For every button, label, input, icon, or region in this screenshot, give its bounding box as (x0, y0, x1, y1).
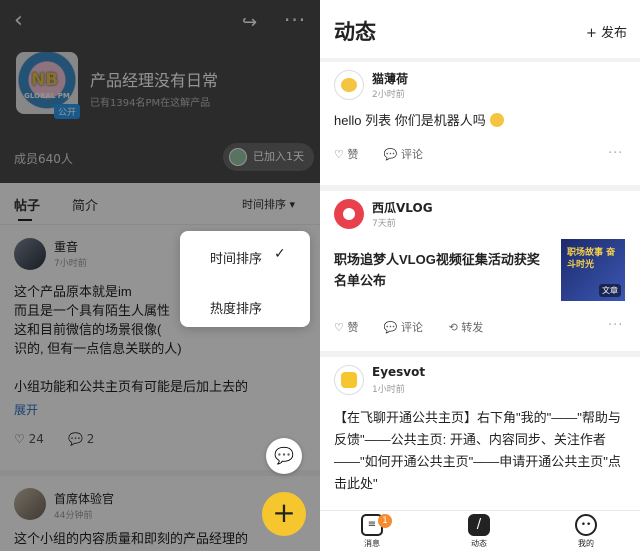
post-author[interactable]: 西瓜VLOG (372, 199, 433, 216)
message-fab-button[interactable]: 💬 (266, 438, 302, 474)
post-author[interactable]: 猫薄荷 (372, 70, 408, 87)
thumbnail-text: 职场故事 奋斗时光 (567, 248, 616, 270)
page-title: 动态 (334, 20, 376, 44)
sort-option-hot[interactable]: 热度排序 (210, 298, 262, 317)
check-icon: ✓ (274, 246, 286, 262)
group-screen: ‹ ↪ ··· NB GLOBAL PM 公开 产品经理没有日常 已有1394名… (0, 0, 320, 551)
post-actions: ♡ 赞 💬 评论 (334, 146, 445, 162)
tab-mine[interactable]: •• 我的 (556, 514, 616, 549)
sort-menu: 时间排序 ✓ 热度排序 (180, 231, 310, 327)
post-text: 【在飞聊开通公共主页】右下角"我的"——"帮助与反馈"——公共主页: 开通、内容… (334, 410, 621, 491)
tab-messages[interactable]: ≡ 1 消息 (342, 514, 402, 549)
plus-icon: + (272, 496, 296, 529)
feed-header: 动态 + 发布 (320, 0, 640, 58)
post-actions: ♡ 赞 💬 评论 ⟲ 转发 (334, 319, 505, 335)
article-thumbnail[interactable]: 职场故事 奋斗时光 文章 (561, 239, 625, 301)
smiley-icon: •• (575, 514, 597, 536)
like-button[interactable]: ♡ 赞 (334, 146, 358, 162)
add-post-button[interactable]: + (262, 492, 306, 536)
tab-label: 消息 (364, 539, 380, 548)
avatar[interactable] (334, 365, 364, 395)
post-time: 1小时前 (372, 385, 405, 395)
feed-icon: / (468, 514, 490, 536)
post-text: hello 列表 你们是机器人吗 (334, 110, 504, 132)
post-author[interactable]: Eyesvot (372, 365, 425, 379)
bottom-tab-bar: ≡ 1 消息 / 动态 •• 我的 (320, 510, 640, 551)
post-title: 职场追梦人VLOG视频征集活动获奖名单公布 (334, 252, 540, 288)
feed-card[interactable]: Eyesvot 1小时前 【在飞聊开通公共主页】右下角"我的"——"帮助与反馈"… (320, 357, 640, 510)
like-button[interactable]: ♡ 赞 (334, 319, 358, 335)
publish-button[interactable]: + 发布 (586, 22, 627, 41)
avatar[interactable] (334, 199, 364, 229)
tab-label: 动态 (471, 539, 487, 548)
post-text-content: hello 列表 你们是机器人吗 (334, 113, 486, 128)
more-dots-icon[interactable]: ··· (608, 146, 623, 161)
feed-card[interactable]: 西瓜VLOG 7天前 职场追梦人VLOG视频征集活动获奖名单公布 职场故事 奋斗… (320, 191, 640, 351)
article-tag: 文章 (599, 284, 621, 297)
post-time: 7天前 (372, 219, 396, 229)
comment-button[interactable]: 💬 评论 (384, 319, 423, 335)
more-dots-icon[interactable]: ··· (608, 318, 623, 333)
chat-bubble-icon: 💬 (274, 446, 294, 465)
emoji-icon (489, 113, 504, 127)
feed-screen: 动态 + 发布 猫薄荷 2小时前 hello 列表 你们是机器人吗 ♡ 赞 💬 … (320, 0, 640, 551)
sort-option-time[interactable]: 时间排序 (210, 248, 262, 267)
unread-badge: 1 (378, 514, 392, 528)
post-time: 2小时前 (372, 90, 405, 100)
tab-feed[interactable]: / 动态 (449, 514, 509, 549)
avatar[interactable] (334, 70, 364, 100)
comment-button[interactable]: 💬 评论 (384, 146, 423, 162)
feed-card[interactable]: 猫薄荷 2小时前 hello 列表 你们是机器人吗 ♡ 赞 💬 评论 ··· (320, 62, 640, 185)
repost-button[interactable]: ⟲ 转发 (449, 319, 484, 335)
tab-label: 我的 (578, 539, 594, 548)
